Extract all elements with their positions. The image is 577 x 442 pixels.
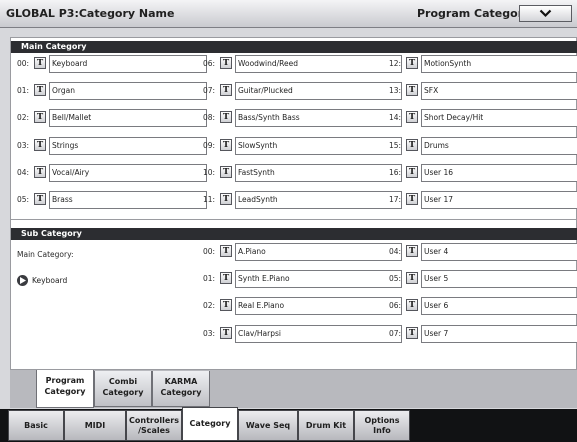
category-index: 01: bbox=[17, 86, 30, 96]
category-name-field[interactable]: User 4 bbox=[421, 243, 577, 261]
mode-tab[interactable]: Drum Kit bbox=[298, 410, 354, 441]
text-edit-button[interactable]: T bbox=[406, 111, 418, 124]
text-edit-button[interactable]: T bbox=[220, 84, 232, 97]
main-category-header: Main Category bbox=[11, 41, 577, 53]
category-name-field[interactable]: Strings bbox=[49, 136, 207, 155]
category-index: 06: bbox=[203, 59, 216, 68]
category-index: 01: bbox=[203, 274, 216, 284]
category-name-field[interactable]: User 16 bbox=[421, 163, 577, 182]
page-title: GLOBAL P3:Category Name bbox=[6, 7, 175, 20]
category-index: 03: bbox=[17, 140, 30, 150]
category-index: 12: bbox=[389, 59, 402, 68]
category-name-field[interactable]: Bass/Synth Bass bbox=[235, 109, 402, 128]
category-index: 04: bbox=[389, 247, 402, 256]
title-bar: GLOBAL P3:Category Name Program Category bbox=[0, 0, 577, 28]
category-name-field[interactable]: User 5 bbox=[421, 270, 577, 289]
page-tab[interactable]: Combi Category bbox=[94, 371, 152, 407]
text-edit-button[interactable]: T bbox=[406, 138, 418, 151]
text-edit-button[interactable]: T bbox=[220, 299, 232, 312]
category-name-field[interactable]: Organ bbox=[49, 82, 207, 101]
text-edit-button[interactable]: T bbox=[406, 193, 418, 205]
category-index: 10: bbox=[203, 167, 216, 177]
category-index: 03: bbox=[203, 328, 216, 338]
category-name-field[interactable]: Clav/Harpsi bbox=[235, 324, 402, 343]
mode-tab[interactable]: Controllers /Scales bbox=[126, 410, 182, 441]
category-index: 07: bbox=[203, 86, 216, 96]
text-edit-button[interactable]: T bbox=[220, 165, 232, 178]
text-edit-button[interactable]: T bbox=[406, 245, 418, 257]
text-edit-button[interactable]: T bbox=[220, 193, 232, 205]
text-edit-button[interactable]: T bbox=[220, 272, 232, 285]
text-edit-button[interactable]: T bbox=[220, 57, 232, 69]
text-edit-button[interactable]: T bbox=[406, 272, 418, 285]
mode-tab[interactable]: Basic bbox=[8, 410, 64, 441]
text-edit-button[interactable]: T bbox=[406, 326, 418, 339]
page-tab[interactable]: KARMA Category bbox=[152, 371, 210, 407]
category-index: 05: bbox=[389, 274, 402, 284]
category-index: 11: bbox=[203, 195, 216, 204]
category-name-field[interactable]: Bell/Mallet bbox=[49, 109, 207, 128]
mode-tab[interactable]: Wave Seq bbox=[238, 410, 298, 441]
category-index: 02: bbox=[203, 301, 216, 311]
arrow-right-icon bbox=[17, 275, 28, 286]
category-name-field[interactable]: Vocal/Airy bbox=[49, 163, 207, 182]
mode-tab[interactable]: MIDI bbox=[64, 410, 126, 441]
category-index: 17: bbox=[389, 195, 402, 204]
text-edit-button[interactable]: T bbox=[406, 57, 418, 69]
text-edit-button[interactable]: T bbox=[34, 84, 46, 97]
mode-tab[interactable]: Category bbox=[182, 407, 238, 441]
category-name-field[interactable]: MotionSynth bbox=[421, 55, 577, 73]
category-index: 02: bbox=[17, 113, 30, 123]
text-edit-button[interactable]: T bbox=[220, 326, 232, 339]
category-name-field[interactable]: Short Decay/Hit bbox=[421, 109, 577, 128]
category-name-field[interactable]: SlowSynth bbox=[235, 136, 402, 155]
category-index: 07: bbox=[389, 328, 402, 338]
text-edit-button[interactable]: T bbox=[220, 111, 232, 124]
category-name-field[interactable]: User 6 bbox=[421, 297, 577, 316]
category-name-field[interactable]: Brass bbox=[49, 191, 207, 209]
category-index: 04: bbox=[17, 167, 30, 177]
mode-tab[interactable]: Options Info bbox=[354, 410, 410, 441]
category-name-field[interactable]: Drums bbox=[421, 136, 577, 155]
category-name-field[interactable]: A.Piano bbox=[235, 243, 402, 261]
category-index: 06: bbox=[389, 301, 402, 311]
category-name-field[interactable]: User 17 bbox=[421, 191, 577, 209]
category-name-field[interactable]: Synth E.Piano bbox=[235, 270, 402, 289]
category-index: 09: bbox=[203, 140, 216, 150]
text-edit-button[interactable]: T bbox=[220, 245, 232, 257]
category-name-field[interactable]: Woodwind/Reed bbox=[235, 55, 402, 73]
selected-main-category: Keyboard bbox=[32, 276, 68, 285]
text-edit-button[interactable]: T bbox=[34, 165, 46, 178]
text-edit-button[interactable]: T bbox=[406, 165, 418, 178]
text-edit-button[interactable]: T bbox=[34, 138, 46, 151]
category-name-field[interactable]: Keyboard bbox=[49, 55, 207, 73]
text-edit-button[interactable]: T bbox=[34, 57, 46, 69]
text-edit-button[interactable]: T bbox=[406, 299, 418, 312]
sub-category-header: Sub Category bbox=[11, 228, 577, 240]
category-index: 14: bbox=[389, 113, 402, 123]
text-edit-button[interactable]: T bbox=[34, 193, 46, 205]
page-menu-button[interactable] bbox=[519, 5, 572, 22]
category-index: 05: bbox=[17, 195, 30, 204]
category-index: 16: bbox=[389, 167, 402, 177]
category-name-field[interactable]: FastSynth bbox=[235, 163, 402, 182]
page-tab[interactable]: Program Category bbox=[36, 370, 94, 408]
text-edit-button[interactable]: T bbox=[406, 84, 418, 97]
category-name-field[interactable]: User 7 bbox=[421, 324, 577, 343]
category-name-field[interactable]: LeadSynth bbox=[235, 191, 402, 209]
section-divider bbox=[11, 219, 577, 220]
text-edit-button[interactable]: T bbox=[34, 111, 46, 124]
text-edit-button[interactable]: T bbox=[220, 138, 232, 151]
category-index: 00: bbox=[203, 247, 216, 256]
main-category-label: Main Category: bbox=[17, 250, 74, 259]
page-menu-label: Program Category bbox=[417, 7, 531, 20]
category-name-field[interactable]: Real E.Piano bbox=[235, 297, 402, 316]
category-index: 13: bbox=[389, 86, 402, 96]
category-name-field[interactable]: SFX bbox=[421, 82, 577, 101]
category-index: 15: bbox=[389, 140, 402, 150]
category-index: 08: bbox=[203, 113, 216, 123]
category-name-field[interactable]: Guitar/Plucked bbox=[235, 82, 402, 101]
category-index: 00: bbox=[17, 59, 30, 68]
chevron-down-icon bbox=[539, 9, 552, 18]
